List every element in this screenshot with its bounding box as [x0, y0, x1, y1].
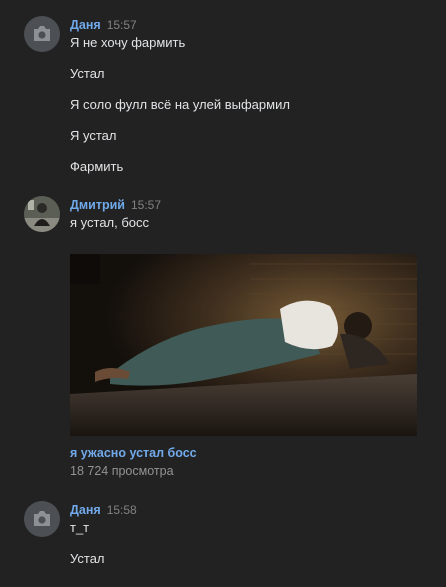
avatar[interactable]	[24, 16, 60, 52]
avatar[interactable]	[24, 196, 60, 232]
avatar[interactable]	[24, 501, 60, 537]
message-text: Устал	[70, 66, 105, 81]
message-time[interactable]: 15:57	[131, 198, 161, 212]
message-header: Дмитрий 15:57	[70, 196, 161, 214]
message-text: Я не хочу фармить	[70, 35, 186, 50]
video-preview-image	[70, 254, 417, 436]
author-name[interactable]: Дмитрий	[70, 198, 125, 212]
author-name[interactable]: Даня	[70, 503, 101, 517]
message-text: Устал	[70, 551, 105, 566]
camera-icon	[34, 511, 50, 526]
message-text: Я устал	[70, 128, 117, 143]
message-text: Я соло фулл всё на улей выфармил	[70, 97, 290, 112]
user-photo	[24, 196, 60, 232]
message-text: я устал, босс	[70, 215, 150, 230]
video-views: 18 724 просмотра	[70, 464, 174, 478]
author-name[interactable]: Даня	[70, 18, 101, 32]
camera-icon	[34, 26, 50, 41]
message-text: т_т	[70, 520, 90, 535]
message-time[interactable]: 15:58	[107, 503, 137, 517]
message-text: Фармить	[70, 159, 124, 174]
message-header: Даня 15:58	[70, 501, 137, 519]
video-thumbnail[interactable]	[70, 254, 417, 436]
video-title[interactable]: я ужасно устал босс	[70, 446, 197, 460]
message-header: Даня 15:57	[70, 16, 137, 34]
message-time[interactable]: 15:57	[107, 18, 137, 32]
